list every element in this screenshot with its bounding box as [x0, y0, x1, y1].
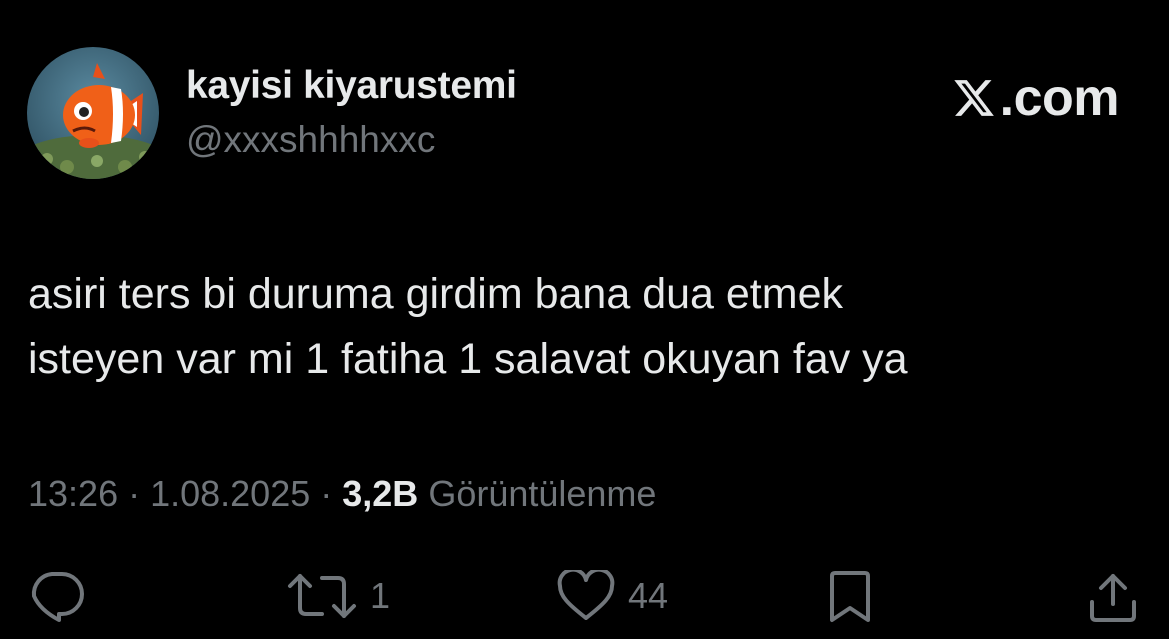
avatar[interactable] — [27, 47, 159, 179]
like-button[interactable]: 44 — [556, 570, 668, 622]
repost-count: 1 — [370, 575, 391, 616]
x-logo-icon — [953, 80, 994, 116]
tweet-meta: 13:26 · 1.08.2025 · 3,2B Görüntülenme — [28, 473, 656, 515]
brand-label: .com — [999, 69, 1120, 127]
share-icon — [1090, 574, 1136, 622]
meta-separator: · — [310, 473, 343, 514]
tweet-line: isteyen var mi 1 fatiha 1 salavat okuyan… — [28, 335, 908, 383]
reply-icon — [31, 572, 84, 622]
heart-icon — [557, 570, 615, 620]
tweet-time[interactable]: 13:26 — [28, 473, 118, 514]
meta-separator: · — [118, 473, 151, 514]
bookmark-icon — [830, 571, 870, 622]
share-button[interactable] — [1086, 570, 1140, 624]
author-handle[interactable]: @xxxshhhhxxc — [186, 119, 435, 161]
views-label: Görüntülenme — [428, 473, 657, 514]
brand-watermark: .com — [952, 68, 1120, 128]
repost-button[interactable]: 1 — [286, 570, 390, 622]
reply-button[interactable] — [28, 570, 86, 622]
tweet-text: asiri ters bi duruma girdim bana dua etm… — [28, 262, 1128, 392]
tweet-date[interactable]: 1.08.2025 — [150, 473, 310, 514]
repost-icon — [288, 574, 356, 618]
author-display-name[interactable]: kayisi kiyarustemi — [186, 64, 517, 108]
bookmark-button[interactable] — [826, 570, 874, 624]
tweet-line: asiri ters bi duruma girdim bana dua etm… — [28, 270, 843, 318]
clownfish-avatar-icon — [27, 47, 159, 179]
views-count: 3,2B — [342, 473, 419, 514]
like-count: 44 — [628, 575, 669, 616]
